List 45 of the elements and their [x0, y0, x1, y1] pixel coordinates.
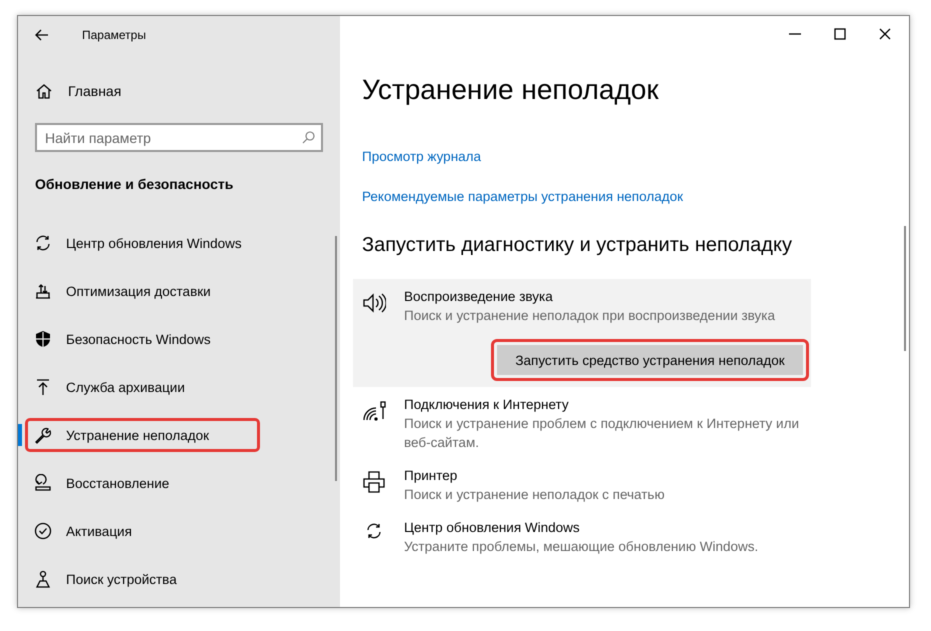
- shield-icon: [34, 330, 52, 348]
- sidebar-item[interactable]: Устранение неполадок: [25, 418, 260, 452]
- troubleshooter-title: Воспроизведение звука: [404, 288, 554, 306]
- troubleshooter-description: Поиск и устранение неполадок при воспроизведении звука: [404, 307, 776, 325]
- restore-icon: [34, 474, 52, 492]
- troubleshooter-description: Поиск и устранение неполадок с печатью: [404, 486, 665, 504]
- sidebar-item[interactable]: Центр обновления Windows: [25, 226, 260, 260]
- arrow-up-icon: [34, 378, 52, 396]
- home-link[interactable]: Главная: [18, 72, 340, 110]
- scrollbar[interactable]: [904, 226, 906, 351]
- scrollbar[interactable]: [335, 236, 337, 481]
- sidebar-item[interactable]: Активация: [25, 514, 260, 548]
- run-troubleshooter-button[interactable]: Запустить средство устранения неполадок: [497, 345, 803, 375]
- troubleshooter-title: Принтер: [404, 467, 458, 485]
- sidebar-item[interactable]: Поиск устройства: [25, 562, 260, 596]
- troubleshooter-description: Поиск и устранение проблем с подключением к Интернету или веб-сайтам.: [404, 415, 800, 452]
- page-title: Устранение неполадок: [362, 73, 660, 107]
- sidebar-item[interactable]: Восстановление: [25, 466, 260, 500]
- sidebar-item[interactable]: Безопасность Windows: [25, 322, 260, 356]
- speaker-icon: [362, 291, 386, 315]
- section-heading: Обновление и безопасность: [35, 175, 234, 194]
- sync-arrows-icon: [365, 522, 383, 540]
- printer-icon: [362, 470, 386, 494]
- section-heading: Запустить диагностику и устранить неполадку: [362, 233, 793, 258]
- sidebar-item[interactable]: Служба архивации: [25, 370, 260, 404]
- close-button[interactable]: [879, 28, 891, 40]
- link[interactable]: Рекомендуемые параметры устранения неполадок: [362, 187, 684, 207]
- maximize-button[interactable]: [834, 28, 846, 40]
- sidebar-item[interactable]: Оптимизация доставки: [25, 274, 260, 308]
- tray-arrows-icon: [34, 282, 52, 300]
- back-arrow-icon[interactable]: [35, 29, 49, 41]
- wrench-icon: [34, 426, 52, 444]
- sync-arrows-icon: [34, 234, 52, 252]
- window-title: Параметры: [82, 28, 146, 42]
- troubleshooter-card[interactable]: Воспроизведение звука Поиск и устранение неполадок при воспроизведении звука Запустить средство устранения неполадок: [353, 279, 811, 387]
- troubleshooter-title: Подключения к Интернету: [404, 396, 570, 414]
- home-icon: [36, 83, 52, 99]
- check-circle-icon: [34, 522, 52, 540]
- search-field[interactable]: Найти параметр: [35, 123, 323, 152]
- link[interactable]: Просмотр журнала: [362, 147, 482, 167]
- search-icon[interactable]: [302, 131, 315, 144]
- person-pin-icon: [34, 570, 52, 588]
- wifi-cable-icon: [362, 399, 386, 423]
- troubleshooter-description: Устраните проблемы, мешающие обновлению Windows.: [404, 538, 758, 556]
- troubleshooter-title: Центр обновления Windows: [404, 519, 581, 537]
